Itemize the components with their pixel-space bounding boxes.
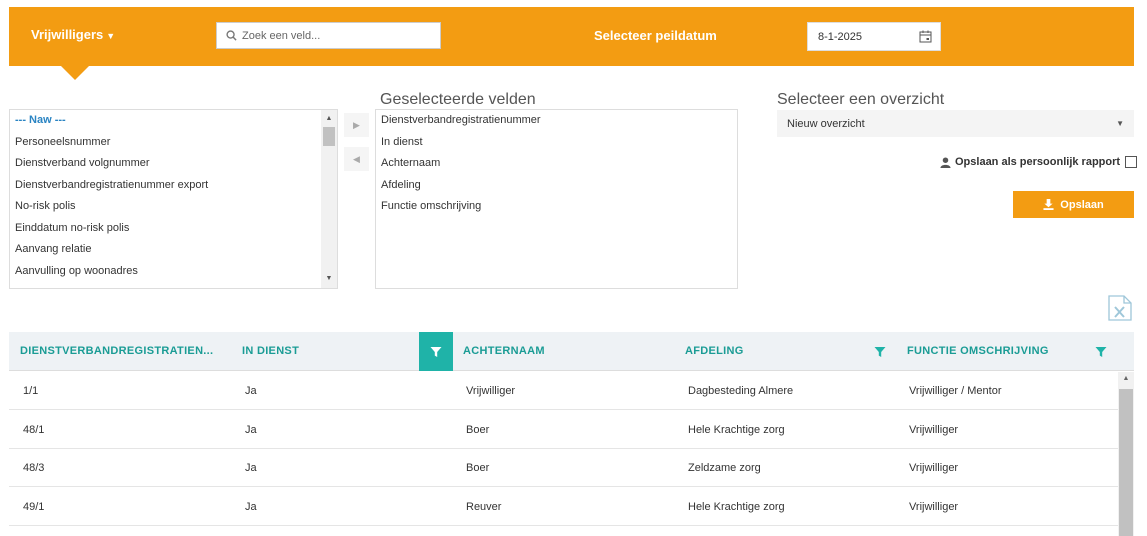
- cell-dienstverbandregistratienummer: 48/1: [23, 423, 45, 436]
- chevron-down-icon: ▼: [1116, 119, 1124, 128]
- selected-field-item[interactable]: Functie omschrijving: [376, 196, 737, 218]
- selected-field-item[interactable]: Dienstverbandregistratienummer: [376, 110, 737, 132]
- cell-functie-omschrijving: Vrijwilliger / Mentor: [909, 385, 1002, 397]
- available-fields-scrollbar[interactable]: ▲ ▼: [321, 110, 337, 288]
- search-icon: [226, 30, 237, 41]
- column-header-functie-omschrijving[interactable]: FUNCTIE OMSCHRIJVING: [907, 332, 1049, 371]
- filter-icon: [1095, 346, 1107, 357]
- selected-field-item[interactable]: In dienst: [376, 132, 737, 154]
- chevron-right-icon: ▶: [353, 120, 360, 130]
- cell-functie-omschrijving: Vrijwilliger: [909, 423, 959, 436]
- filter-in-dienst-button[interactable]: [419, 332, 453, 371]
- top-bar: Vrijwilligers▼ Selecteer peildatum: [9, 7, 1134, 80]
- save-button-label: Opslaan: [1060, 198, 1104, 211]
- cell-in-dienst: Ja: [245, 500, 257, 513]
- available-field-item[interactable]: Aanvulling op woonadres: [10, 261, 321, 283]
- selected-fields-title: Geselecteerde velden: [380, 91, 536, 108]
- peildatum-input[interactable]: [818, 30, 913, 43]
- column-header-dienstverbandregistratienummer[interactable]: DIENSTVERBANDREGISTRATIEN...: [20, 332, 213, 371]
- chevron-down-icon: ▼: [106, 31, 116, 41]
- overview-select[interactable]: Nieuw overzicht ▼: [777, 110, 1134, 137]
- module-label: Vrijwilligers: [31, 27, 104, 42]
- scroll-thumb[interactable]: [1119, 389, 1133, 536]
- available-field-item[interactable]: No-risk polis: [10, 196, 321, 218]
- column-header-in-dienst[interactable]: IN DIENST: [242, 332, 299, 371]
- table-header: DIENSTVERBANDREGISTRATIEN... IN DIENST A…: [9, 332, 1118, 371]
- overview-selected-value: Nieuw overzicht: [787, 117, 865, 130]
- table-row[interactable]: 49/1 Ja Reuver Hele Krachtige zorg Vrijwilli…: [9, 487, 1118, 526]
- cell-in-dienst: Ja: [245, 423, 257, 436]
- available-fields-items: --- Naw --- Personeelsnummer Dienstverband…: [10, 110, 321, 282]
- cell-dienstverbandregistratienummer: 1/1: [23, 385, 39, 397]
- search-input[interactable]: [242, 29, 432, 42]
- available-field-item[interactable]: Dienstverbandregistratienummer export: [10, 175, 321, 197]
- cell-in-dienst: Ja: [245, 462, 257, 474]
- table-row[interactable]: 48/3 Ja Boer Zeldzame zorg Vrijwilliger: [9, 449, 1118, 487]
- cell-achternaam: Boer: [466, 423, 490, 436]
- column-header-afdeling[interactable]: AFDELING: [685, 332, 744, 371]
- peildatum-label: Selecteer peildatum: [594, 28, 717, 43]
- cell-afdeling: Zeldzame zorg: [688, 462, 761, 474]
- cell-functie-omschrijving: Vrijwilliger: [909, 462, 959, 474]
- chevron-left-icon: ◀: [353, 154, 360, 164]
- available-field-item[interactable]: Einddatum no-risk polis: [10, 218, 321, 240]
- selected-fields-list[interactable]: Dienstverbandregistratienummer In dienst A…: [375, 109, 738, 289]
- cell-dienstverbandregistratienummer: 48/3: [23, 462, 45, 474]
- filter-icon: [430, 346, 442, 357]
- cell-afdeling: Dagbesteding Almere: [688, 385, 794, 397]
- cell-afdeling: Hele Krachtige zorg: [688, 423, 785, 436]
- table-row[interactable]: 48/1 Ja Boer Hele Krachtige zorg Vrijwillige…: [9, 410, 1118, 449]
- scroll-up-icon[interactable]: ▲: [1118, 375, 1134, 382]
- move-left-button[interactable]: ◀: [344, 147, 369, 171]
- excel-export-icon[interactable]: [1108, 295, 1132, 321]
- selected-field-item[interactable]: Achternaam: [376, 153, 737, 175]
- column-header-achternaam[interactable]: ACHTERNAAM: [463, 332, 545, 371]
- cell-dienstverbandregistratienummer: 49/1: [23, 500, 45, 513]
- table-row[interactable]: 1/1 Ja Vrijwilliger Dagbesteding Almere Vrij…: [9, 372, 1118, 410]
- user-icon: [940, 156, 951, 168]
- cell-achternaam: Vrijwilliger: [466, 385, 516, 397]
- selected-field-item[interactable]: Afdeling: [376, 175, 737, 197]
- cell-achternaam: Reuver: [466, 500, 502, 513]
- field-group-header[interactable]: --- Naw ---: [10, 110, 321, 132]
- cell-afdeling: Hele Krachtige zorg: [688, 500, 785, 513]
- save-personal-checkbox[interactable]: [1125, 156, 1138, 168]
- available-field-item[interactable]: Aanvang relatie: [10, 239, 321, 261]
- table-header-edge: [1118, 332, 1134, 371]
- active-module-pointer: [61, 66, 89, 80]
- available-field-item[interactable]: Dienstverband volgnummer: [10, 153, 321, 175]
- module-dropdown[interactable]: Vrijwilligers ▼: [31, 27, 115, 42]
- scroll-up-icon[interactable]: ▲: [321, 112, 337, 126]
- scroll-down-icon[interactable]: ▼: [321, 272, 337, 286]
- available-fields-list[interactable]: --- Naw --- Personeelsnummer Dienstverband…: [9, 109, 338, 289]
- scroll-thumb[interactable]: [323, 127, 335, 146]
- move-right-button[interactable]: ▶: [344, 113, 369, 137]
- peildatum-picker: [807, 22, 941, 51]
- field-search: [216, 22, 441, 49]
- filter-functie-button[interactable]: [1084, 332, 1118, 371]
- cell-in-dienst: Ja: [245, 385, 257, 397]
- save-personal-report: Opslaan als persoonlijk rapport: [940, 156, 1138, 168]
- filter-icon: [874, 346, 886, 357]
- save-button[interactable]: Opslaan: [1013, 191, 1134, 218]
- cell-functie-omschrijving: Vrijwilliger: [909, 500, 959, 513]
- overview-title: Selecteer een overzicht: [777, 91, 945, 108]
- available-field-item[interactable]: Personeelsnummer: [10, 132, 321, 154]
- save-personal-label: Opslaan als persoonlijk rapport: [955, 156, 1121, 168]
- download-icon: [1043, 199, 1054, 210]
- table-scrollbar[interactable]: ▲: [1118, 372, 1134, 536]
- filter-afdeling-button[interactable]: [863, 332, 897, 371]
- cell-achternaam: Boer: [466, 462, 490, 474]
- calendar-icon[interactable]: [919, 30, 932, 43]
